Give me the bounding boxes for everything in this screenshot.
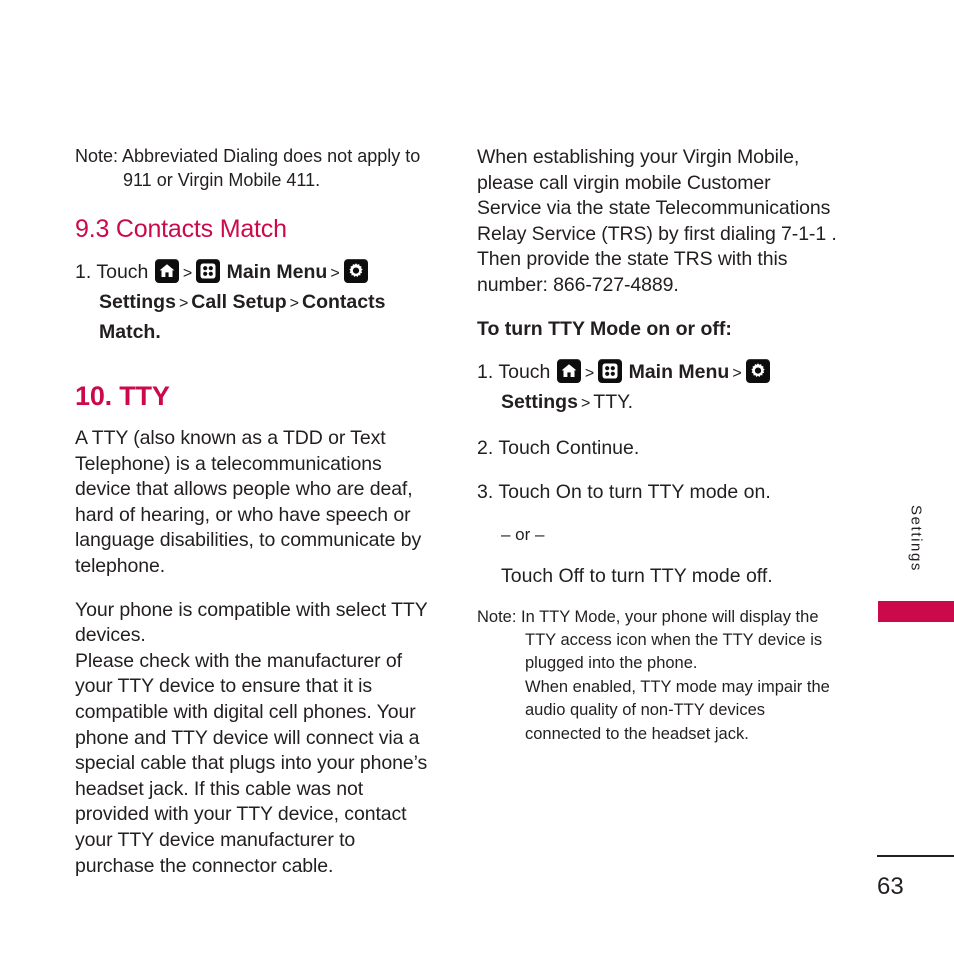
paragraph-tty-compatible: Your phone is compatible with select TTY… <box>75 598 428 647</box>
right-column: When establishing your Virgin Mobile, pl… <box>477 145 839 746</box>
step-tty-navigate: 1. Touch > Main Menu > Settings > TTY. <box>477 358 839 418</box>
step-number: 2. <box>477 436 494 459</box>
side-tab-accent-bar <box>878 601 954 622</box>
label-tty: TTY. <box>593 390 634 413</box>
paragraph-establishing-service: When establishing your Virgin Mobile, pl… <box>477 146 837 296</box>
note-text-line2: When enabled, TTY mode may impair the au… <box>525 677 830 743</box>
label-main-menu: Main Menu <box>628 360 730 383</box>
heading-turn-tty-mode: To turn TTY Mode on or off: <box>477 317 732 340</box>
label-settings: Settings <box>99 291 176 313</box>
separator: > <box>178 295 189 312</box>
step-continuation: Settings > TTY. <box>501 388 839 418</box>
step-text: Touch Continue. <box>498 436 640 459</box>
manual-page: Note: Abbreviated Dialing does not apply… <box>0 0 954 954</box>
or-divider: – or – <box>501 524 545 544</box>
footer-divider <box>877 855 954 857</box>
gear-icon[interactable] <box>343 259 368 283</box>
heading-contacts-match: 9.3 Contacts Match <box>75 215 287 243</box>
gear-icon[interactable] <box>745 358 770 383</box>
left-column: Note: Abbreviated Dialing does not apply… <box>75 145 435 897</box>
separator: > <box>330 265 340 282</box>
step-continuation: Settings > Call Setup > Contacts Match. <box>99 288 435 346</box>
paragraph-tty-definition: A TTY (also known as a TDD or Text Telep… <box>75 427 422 577</box>
note-abbreviated-dialing: Note: Abbreviated Dialing does not apply… <box>75 145 435 192</box>
label-call-setup: Call Setup <box>191 291 287 313</box>
separator: > <box>584 364 595 382</box>
note-tty-mode: Note: In TTY Mode, your phone will displ… <box>477 606 839 746</box>
side-tab-settings: Settings <box>878 505 954 577</box>
heading-tty: 10. TTY <box>75 381 170 411</box>
step-contacts-match: 1. Touch > Main Menu > Settings > Call Setu… <box>75 258 435 346</box>
separator: > <box>732 364 742 382</box>
step-verb: Touch <box>498 360 551 383</box>
note-text: Abbreviated Dialing does not apply to 91… <box>118 146 421 190</box>
step-touch-on: 3. Touch On to turn TTY mode on. <box>477 478 839 506</box>
label-settings: Settings <box>501 390 578 413</box>
note-text-line1: In TTY Mode, your phone will display the… <box>516 607 823 673</box>
step-number: 1. <box>477 360 494 383</box>
separator: > <box>182 265 193 282</box>
grid-menu-icon[interactable] <box>196 259 221 283</box>
separator: > <box>580 394 591 412</box>
paragraph-tty-manufacturer: Please check with the manufacturer of yo… <box>75 649 428 877</box>
step-touch-continue: 2. Touch Continue. <box>477 434 839 462</box>
home-icon[interactable] <box>154 259 179 283</box>
step-number: 1. <box>75 261 92 283</box>
note-label: Note: <box>75 146 119 166</box>
separator: > <box>289 295 299 312</box>
home-icon[interactable] <box>556 358 581 383</box>
step-touch-off: Touch Off to turn TTY mode off. <box>501 564 773 587</box>
label-main-menu: Main Menu <box>226 261 328 283</box>
grid-menu-icon[interactable] <box>598 358 623 383</box>
step-verb: Touch <box>96 261 149 283</box>
side-tab-label: Settings <box>907 505 925 572</box>
page-number: 63 <box>877 873 904 900</box>
step-text: Touch On to turn TTY mode on. <box>498 480 771 503</box>
step-number: 3. <box>477 480 494 503</box>
note-label: Note: <box>477 607 517 626</box>
